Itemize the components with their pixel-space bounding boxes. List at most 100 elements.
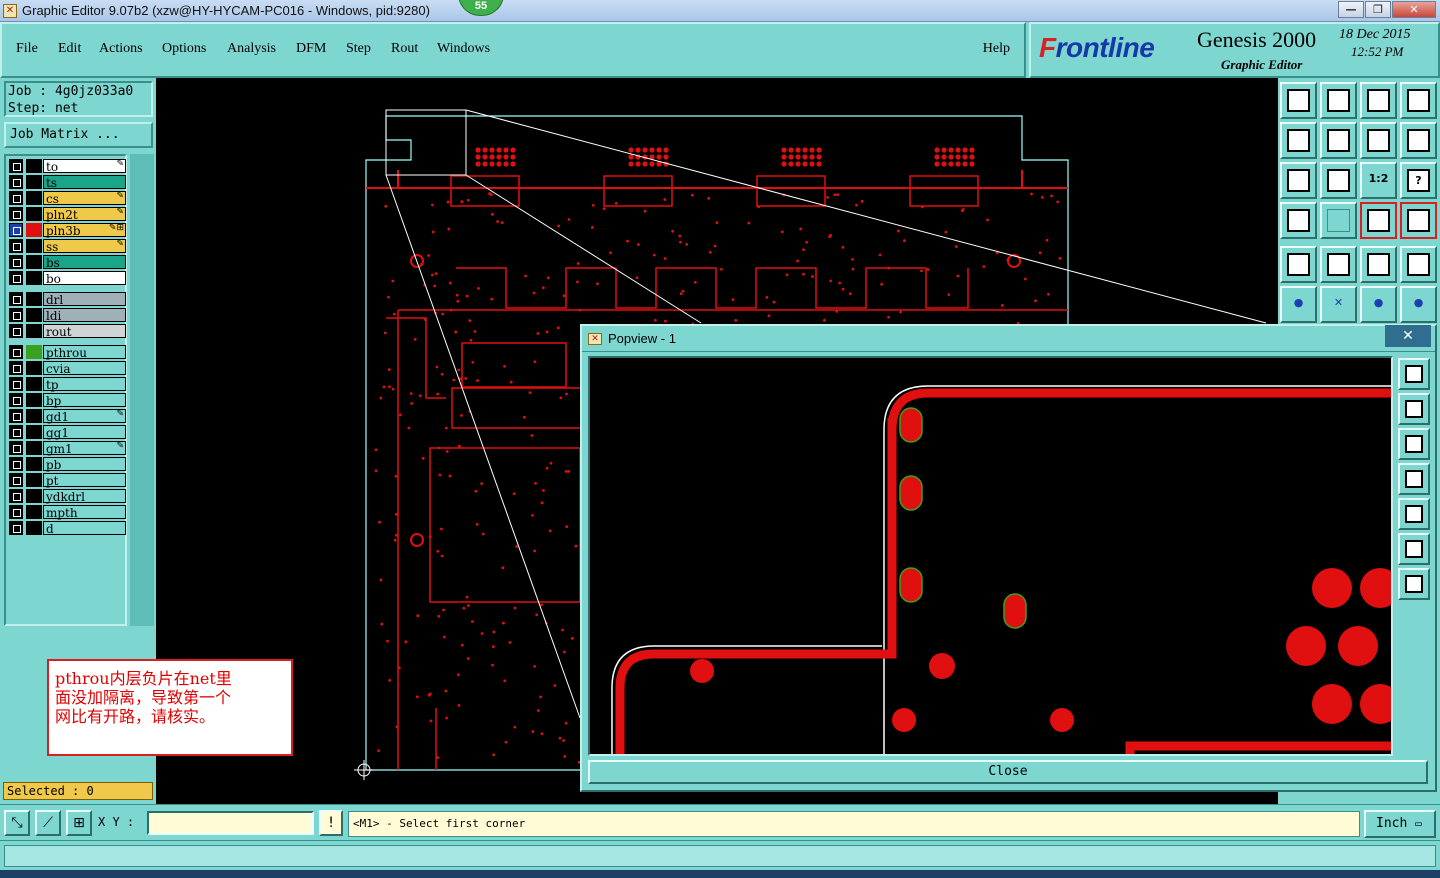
popview-close-icon[interactable]: ✕ [1385, 325, 1431, 347]
line-b-icon[interactable]: ● [1400, 286, 1437, 323]
menu-file[interactable]: File [16, 41, 38, 57]
layer-row-pln2t[interactable]: pln2t ✎ [9, 207, 126, 222]
layer-color-swatch[interactable] [26, 489, 42, 503]
layer-list-scrollbar[interactable] [130, 154, 154, 626]
layer-color-swatch[interactable] [26, 271, 42, 285]
pv-right-icon[interactable] [1398, 498, 1430, 530]
layer-color-swatch[interactable] [26, 393, 42, 407]
pv-left-icon[interactable] [1398, 463, 1430, 495]
step-icon[interactable] [1360, 122, 1397, 159]
layer-checkbox[interactable] [9, 271, 23, 285]
zoom-in-icon[interactable] [1320, 82, 1357, 119]
layer-row-pt[interactable]: pt [9, 473, 126, 488]
layer-color-swatch[interactable] [26, 409, 42, 423]
snap-icon[interactable] [1400, 122, 1437, 159]
close-window-button[interactable]: ✕ [1392, 1, 1436, 18]
layer-checkbox[interactable] [9, 292, 23, 306]
layer-checkbox[interactable] [9, 393, 23, 407]
restore-button[interactable]: ❐ [1365, 1, 1391, 18]
layer-name[interactable]: pln2t [43, 207, 126, 222]
zoom-home-icon[interactable] [1280, 82, 1317, 119]
zoom-area-icon[interactable]: ⤡ [4, 810, 30, 836]
scale-1-2-icon[interactable]: 1:2 [1360, 162, 1397, 199]
layer-name[interactable]: ss [43, 239, 126, 254]
layer-color-swatch[interactable] [26, 239, 42, 253]
layer-row-gm1[interactable]: gm1 ✎ [9, 441, 126, 456]
layer-name[interactable]: gm1 [43, 441, 126, 456]
layer-color-swatch[interactable] [26, 223, 42, 237]
layer-name[interactable]: drl [43, 292, 126, 307]
layer-row-drl[interactable]: drl [9, 292, 126, 307]
layer-row-tp[interactable]: tp [9, 377, 126, 392]
layer-color-swatch[interactable] [26, 324, 42, 338]
layer-checkbox[interactable] [9, 361, 23, 375]
layer-row-gg1[interactable]: gg1 [9, 425, 126, 440]
unit-selector[interactable]: Inch ▭ [1364, 810, 1436, 838]
layer-name[interactable]: cs [43, 191, 126, 206]
layer-checkbox[interactable] [9, 345, 23, 359]
pan-left-icon[interactable] [1280, 122, 1317, 159]
layer-row-bs[interactable]: bs [9, 255, 126, 270]
layer-row-ydkdrl[interactable]: ydkdrl [9, 489, 126, 504]
layer-color-swatch[interactable] [26, 457, 42, 471]
layer-checkbox[interactable] [9, 409, 23, 423]
layer-color-swatch[interactable] [26, 207, 42, 221]
layer-color-swatch[interactable] [26, 175, 42, 189]
layer-row-pln3b[interactable]: pln3b ✎⊞ [9, 223, 126, 238]
layer-color-swatch[interactable] [26, 255, 42, 269]
layer-a-icon[interactable] [1360, 202, 1397, 239]
layer-color-swatch[interactable] [26, 345, 42, 359]
layer-checkbox[interactable] [9, 425, 23, 439]
layer-name[interactable]: d [43, 521, 126, 536]
layer-row-cs[interactable]: cs ✎ [9, 191, 126, 206]
grid-icon[interactable] [1320, 202, 1357, 239]
layer-name[interactable]: ydkdrl [43, 489, 126, 504]
job-matrix-button[interactable]: Job Matrix ... [4, 122, 153, 148]
popview-canvas[interactable] [588, 356, 1400, 756]
layer-row-mpth[interactable]: mpth [9, 505, 126, 520]
menu-analysis[interactable]: Analysis [227, 41, 276, 57]
layer-name[interactable]: ts [43, 175, 126, 190]
layer-color-swatch[interactable] [26, 521, 42, 535]
layer-name[interactable]: bo [43, 271, 126, 286]
layer-checkbox[interactable] [9, 223, 23, 237]
layer-color-swatch[interactable] [26, 292, 42, 306]
menu-help[interactable]: Help [983, 41, 1010, 57]
layer-row-ss[interactable]: ss ✎ [9, 239, 126, 254]
layer-name[interactable]: pt [43, 473, 126, 488]
layer-color-swatch[interactable] [26, 191, 42, 205]
layer-row-to[interactable]: to ✎ [9, 159, 126, 174]
menu-rout[interactable]: Rout [391, 41, 418, 57]
layer-color-swatch[interactable] [26, 425, 42, 439]
layer-checkbox[interactable] [9, 159, 23, 173]
cross-icon[interactable]: ✕ [1320, 286, 1357, 323]
pan-right-icon[interactable] [1320, 122, 1357, 159]
layer-name[interactable]: rout [43, 324, 126, 339]
layer-name[interactable]: pthrou [43, 345, 126, 360]
menu-edit[interactable]: Edit [58, 41, 81, 57]
layer-row-pthrou[interactable]: pthrou [9, 345, 126, 360]
measure-icon[interactable] [1280, 202, 1317, 239]
layer-checkbox[interactable] [9, 191, 23, 205]
layer-checkbox[interactable] [9, 473, 23, 487]
layer-checkbox[interactable] [9, 377, 23, 391]
layer-color-swatch[interactable] [26, 308, 42, 322]
pv-center-icon[interactable] [1398, 568, 1430, 600]
measure-tool-icon[interactable]: ⟋ [35, 810, 61, 836]
layer-row-ldi[interactable]: ldi [9, 308, 126, 323]
layer-checkbox[interactable] [9, 255, 23, 269]
layer-row-gd1[interactable]: gd1 ✎ [9, 409, 126, 424]
layer-color-swatch[interactable] [26, 505, 42, 519]
fit-icon[interactable] [1280, 162, 1317, 199]
layer-color-swatch[interactable] [26, 473, 42, 487]
layer-name[interactable]: to [43, 159, 126, 174]
layer-row-d[interactable]: d [9, 521, 126, 536]
layer-b-icon[interactable] [1400, 202, 1437, 239]
pv-fit-icon[interactable] [1398, 533, 1430, 565]
draw-icon[interactable] [1320, 246, 1357, 283]
popview-close-button[interactable]: Close [588, 760, 1428, 784]
line-a-icon[interactable]: ● [1360, 286, 1397, 323]
layer-checkbox[interactable] [9, 505, 23, 519]
menu-actions[interactable]: Actions [99, 41, 143, 57]
layer-checkbox[interactable] [9, 489, 23, 503]
